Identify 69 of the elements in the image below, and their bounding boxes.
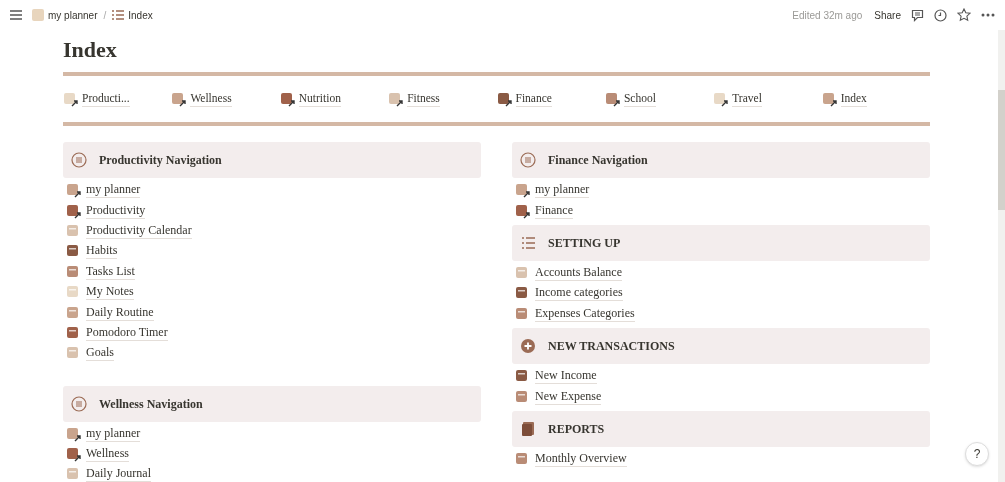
callout-heading: Finance Navigation <box>548 152 648 169</box>
shortcut-page-icon <box>713 91 730 107</box>
callout-heading: Wellness Navigation <box>99 395 203 413</box>
shortcut-page-icon <box>388 91 405 107</box>
page-link[interactable]: Pomodoro Timer <box>86 324 168 341</box>
page-link[interactable]: Productivity Calendar <box>86 222 192 239</box>
list-icon <box>520 234 536 251</box>
shortcut-page-icon <box>279 91 296 107</box>
page-link[interactable]: Goals <box>86 345 114 362</box>
page-link[interactable]: Income categories <box>535 285 623 302</box>
page-link[interactable]: Monthly Overview <box>535 450 627 467</box>
nav-link[interactable]: Wellness <box>190 91 232 107</box>
nav-link[interactable]: Producti... <box>82 91 130 107</box>
plus-circle-icon <box>520 337 536 354</box>
nav-link[interactable]: Nutrition <box>298 91 341 107</box>
star-icon[interactable] <box>957 8 971 22</box>
scrollbar-thumb[interactable] <box>998 90 1005 210</box>
page-link[interactable]: Daily Routine <box>86 304 154 321</box>
page-link[interactable]: my planner <box>535 182 590 199</box>
shortcut-page-icon <box>604 91 621 107</box>
comment-icon[interactable] <box>911 8 924 22</box>
list-circle-icon <box>71 395 87 412</box>
menu-icon[interactable] <box>10 10 22 20</box>
shortcut-page-icon <box>821 91 838 107</box>
shortcut-page-icon <box>66 446 82 463</box>
shortcut-page-icon <box>496 91 513 107</box>
page-link[interactable]: Finance <box>535 202 573 219</box>
page-link[interactable]: Daily Journal <box>86 466 151 482</box>
page-link[interactable]: New Expense <box>535 388 602 405</box>
page-link[interactable]: Wellness <box>86 446 130 463</box>
page-link[interactable]: Habits <box>86 243 118 260</box>
shortcut-page-icon <box>66 182 82 199</box>
page-title: Index <box>63 36 118 64</box>
page-link[interactable]: Expenses Categories <box>535 305 635 322</box>
shortcut-page-icon <box>515 182 531 199</box>
shortcut-page-icon <box>515 202 531 219</box>
shortcut-page-icon <box>63 91 79 107</box>
page-link[interactable]: New Income <box>535 368 597 385</box>
page-link[interactable]: my planner <box>86 425 141 442</box>
breadcrumb[interactable]: my planner <box>48 7 98 23</box>
page-link[interactable]: Tasks List <box>86 263 135 280</box>
callout-heading: NEW TRANSACTIONS <box>548 337 675 355</box>
nav-link[interactable]: Travel <box>732 91 762 107</box>
book-icon <box>520 420 536 437</box>
nav-link[interactable]: Finance <box>515 91 552 107</box>
more-icon[interactable] <box>981 13 995 17</box>
list-circle-icon <box>71 152 87 168</box>
shortcut-page-icon <box>171 91 188 107</box>
nav-link[interactable]: Fitness <box>407 91 440 107</box>
nav-link[interactable]: School <box>623 91 656 107</box>
page-link[interactable]: Accounts Balance <box>535 264 622 281</box>
clock-icon[interactable] <box>934 8 947 22</box>
page-link[interactable]: Productivity <box>86 202 146 219</box>
share-button[interactable]: Share <box>874 7 901 23</box>
shortcut-page-icon <box>66 425 82 442</box>
shortcut-page-icon <box>66 202 82 219</box>
callout-heading: SETTING UP <box>548 234 621 252</box>
breadcrumb[interactable]: Index <box>128 7 153 23</box>
page-link[interactable]: My Notes <box>86 284 134 301</box>
page-icon <box>32 9 44 21</box>
breadcrumb-separator: / <box>103 8 107 23</box>
nav-link[interactable]: Index <box>840 91 867 107</box>
help-button[interactable]: ? <box>965 442 989 466</box>
edited-time: Edited 32m ago <box>792 8 863 23</box>
list-circle-icon <box>520 152 536 168</box>
callout-heading: Productivity Navigation <box>99 152 222 169</box>
page-link[interactable]: my planner <box>86 182 141 199</box>
list-icon <box>112 9 125 21</box>
callout-heading: REPORTS <box>548 420 605 438</box>
